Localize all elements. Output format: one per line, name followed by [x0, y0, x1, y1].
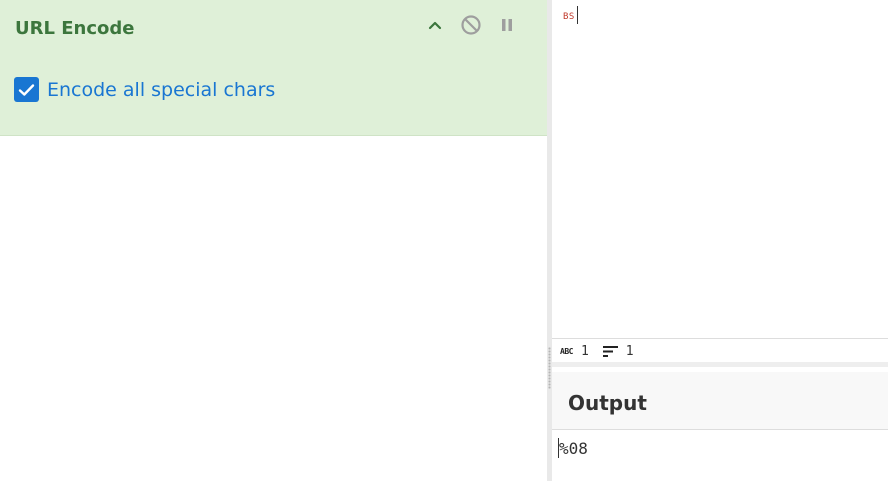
output-editor[interactable]: %08 — [552, 431, 888, 481]
length-stat: ABC 1 — [560, 344, 589, 359]
input-stats-bar: ABC 1 1 — [552, 340, 888, 367]
encode-all-checkbox[interactable] — [14, 77, 39, 102]
recipe-pane: URL Encode Encode all special chars — [0, 0, 547, 481]
operation-title: URL Encode — [15, 18, 135, 39]
backspace-control-char: BS — [563, 12, 575, 22]
abc-icon: ABC — [560, 346, 573, 356]
output-title: Output — [568, 391, 647, 415]
operation-controls — [423, 13, 519, 37]
encode-all-label[interactable]: Encode all special chars — [47, 79, 275, 101]
lines-stat: 1 — [602, 343, 634, 359]
checkmark-icon — [18, 83, 35, 96]
disable-button[interactable] — [459, 13, 483, 37]
chevron-up-icon — [428, 21, 442, 30]
breakpoint-button[interactable] — [495, 13, 519, 37]
output-header: Output — [552, 372, 888, 430]
input-editor[interactable]: BS — [552, 0, 888, 339]
url-encode-operation: URL Encode Encode all special chars — [0, 0, 547, 136]
gutter-grip — [548, 347, 551, 389]
io-pane: BS ABC 1 1 Output %08 — [552, 0, 888, 481]
output-value: %08 — [559, 439, 588, 458]
collapse-button[interactable] — [423, 13, 447, 37]
input-caret — [577, 6, 578, 24]
length-value: 1 — [580, 343, 589, 359]
pause-icon — [502, 19, 512, 31]
lines-value: 1 — [625, 343, 634, 359]
lines-icon — [602, 345, 618, 357]
encode-all-special-chars-option[interactable]: Encode all special chars — [14, 77, 275, 102]
disable-icon — [461, 15, 481, 35]
